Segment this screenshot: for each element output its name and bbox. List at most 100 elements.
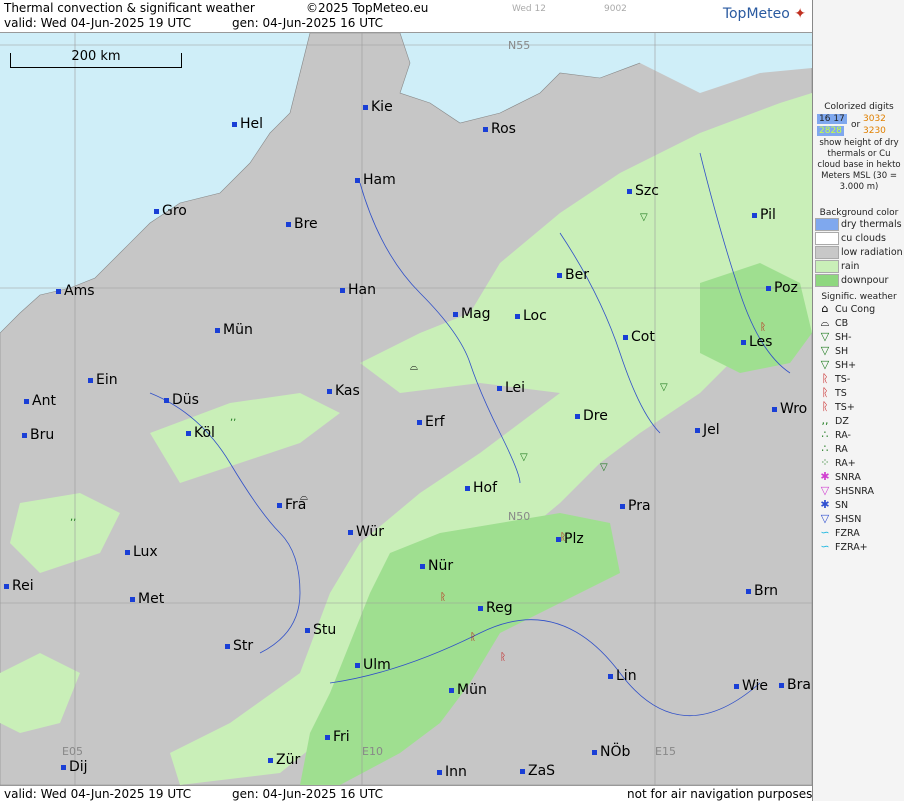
legend-wx-label: SH: [835, 346, 849, 357]
city-marker-icon: [520, 768, 525, 774]
thunderstorm-symbol: ᚱ: [500, 652, 506, 663]
shower-symbol: ▽: [660, 382, 668, 393]
city-marker-icon: [327, 388, 332, 394]
legend-wx-title: Signific. weather: [821, 292, 897, 302]
legend-bg-label: rain: [841, 261, 860, 272]
city-label: Bre: [286, 216, 318, 232]
city-label: Hel: [232, 116, 263, 132]
weather-symbol-icon: ᚱ: [821, 372, 829, 385]
city-marker-icon: [125, 549, 130, 555]
legend-bg-label: downpour: [841, 275, 889, 286]
city-marker-icon: [627, 188, 632, 194]
city-name: Hof: [473, 480, 498, 496]
city-label: Bra: [779, 677, 811, 693]
legend-wx-label: RA-: [835, 430, 851, 441]
city-label: Lin: [608, 668, 637, 684]
city-name: NÖb: [600, 744, 631, 760]
city-marker-icon: [734, 683, 739, 689]
city-label: Stu: [305, 622, 336, 638]
legend-wx-item: ▽ SH-: [815, 330, 903, 344]
weather-symbol-icon: ∴: [821, 442, 829, 455]
digits-sample-d: 3230: [863, 126, 886, 136]
legend-bg-item: cu clouds: [815, 232, 903, 246]
city-label: Szc: [627, 183, 659, 199]
city-label: Nür: [420, 558, 453, 574]
weather-symbol-icon: ∽: [820, 540, 830, 553]
city-marker-icon: [186, 430, 191, 436]
thunderstorm-symbol: ᚱ: [560, 532, 566, 543]
weather-symbol-icon: ✱: [820, 498, 830, 511]
legend-bg-label: low radiation: [841, 247, 903, 258]
city-marker-icon: [453, 311, 458, 317]
weather-symbol-icon: ᚱ: [821, 400, 829, 413]
weather-symbol-icon: ▽: [820, 358, 830, 371]
city-name: Stu: [313, 622, 337, 638]
city-label: NÖb: [592, 744, 630, 760]
city-name: Les: [749, 334, 773, 350]
day-label: Wed 12: [512, 4, 546, 14]
city-marker-icon: [420, 563, 425, 569]
legend-wx-item: ᚱ TS+: [815, 400, 903, 414]
city-name: ZaS: [528, 763, 556, 779]
city-marker-icon: [215, 327, 220, 333]
legend-panel: Colorized digits 16 17 3032 or 2828 3230…: [812, 0, 904, 801]
color-swatch: [815, 260, 839, 273]
city-label: Fri: [325, 729, 350, 745]
city-name: Ber: [565, 267, 589, 283]
city-marker-icon: [88, 377, 93, 383]
legend-wx-label: SHSN: [835, 514, 862, 525]
city-name: Bru: [30, 427, 55, 443]
valid-time: valid: Wed 04-Jun-2025 19 UTC: [4, 16, 192, 30]
legend-weather: Signific. weather ⌂ Cu Cong ⌓ CB ▽ SH- ▽ SH ▽ SH+…: [815, 292, 903, 554]
legend-bg-item: rain: [815, 260, 903, 274]
city-marker-icon: [22, 432, 27, 438]
city-marker-icon: [497, 385, 502, 391]
city-label: Lei: [497, 380, 525, 396]
city-marker-icon: [515, 313, 520, 319]
legend-wx-label: SH+: [835, 360, 857, 371]
city-marker-icon: [623, 334, 628, 340]
thunderstorm-symbol: ᚱ: [760, 322, 766, 333]
city-marker-icon: [746, 588, 751, 594]
city-marker-icon: [766, 285, 771, 291]
legend-wx-label: SNRA: [835, 472, 861, 483]
weather-symbol-icon: ✱: [820, 470, 830, 483]
weather-map[interactable]: 200 km N55 N50 E05 E10 E15 Hel Kie Ros Ham G…: [0, 33, 812, 785]
city-name: Fri: [333, 729, 350, 745]
legend-wx-item: ▽ SH: [815, 344, 903, 358]
city-name: Pra: [628, 498, 651, 514]
city-marker-icon: [557, 272, 562, 278]
city-marker-icon: [465, 485, 470, 491]
city-name: Met: [138, 591, 165, 607]
city-label: Mün: [449, 682, 487, 698]
city-label: Pra: [620, 498, 651, 514]
legend-digits: Colorized digits 16 17 3032 or 2828 3230…: [815, 102, 903, 193]
map-title: Thermal convection & significant weather: [4, 1, 255, 15]
legend-wx-label: RA+: [835, 458, 856, 469]
city-label: Düs: [164, 392, 199, 408]
city-name: Lei: [505, 380, 526, 396]
city-name: Plz: [564, 531, 584, 547]
copyright: ©2025 TopMeteo.eu: [306, 1, 429, 15]
city-marker-icon: [449, 687, 454, 693]
city-name: Poz: [774, 280, 798, 296]
city-label: Ams: [56, 283, 95, 299]
weather-symbol-icon: ▽: [820, 330, 830, 343]
header: Thermal convection & significant weather…: [0, 0, 812, 33]
city-name: Mag: [461, 306, 491, 322]
city-marker-icon: [130, 596, 135, 602]
city-marker-icon: [340, 287, 345, 293]
city-name: Kie: [371, 99, 393, 115]
legend-bg-label: dry thermals: [841, 219, 902, 230]
city-name: Ros: [491, 121, 516, 137]
city-label: Kie: [363, 99, 393, 115]
legend-wx-item: ∽ FZRA: [815, 526, 903, 540]
weather-symbol-icon: ∽: [820, 526, 830, 539]
map-background: [0, 33, 812, 785]
city-name: Wür: [356, 524, 384, 540]
legend-wx-item: ✱ SN: [815, 498, 903, 512]
legend-wx-item: ∴ RA-: [815, 428, 903, 442]
city-marker-icon: [363, 104, 368, 110]
city-marker-icon: [592, 749, 597, 755]
weather-symbol-icon: ,,: [821, 414, 829, 427]
